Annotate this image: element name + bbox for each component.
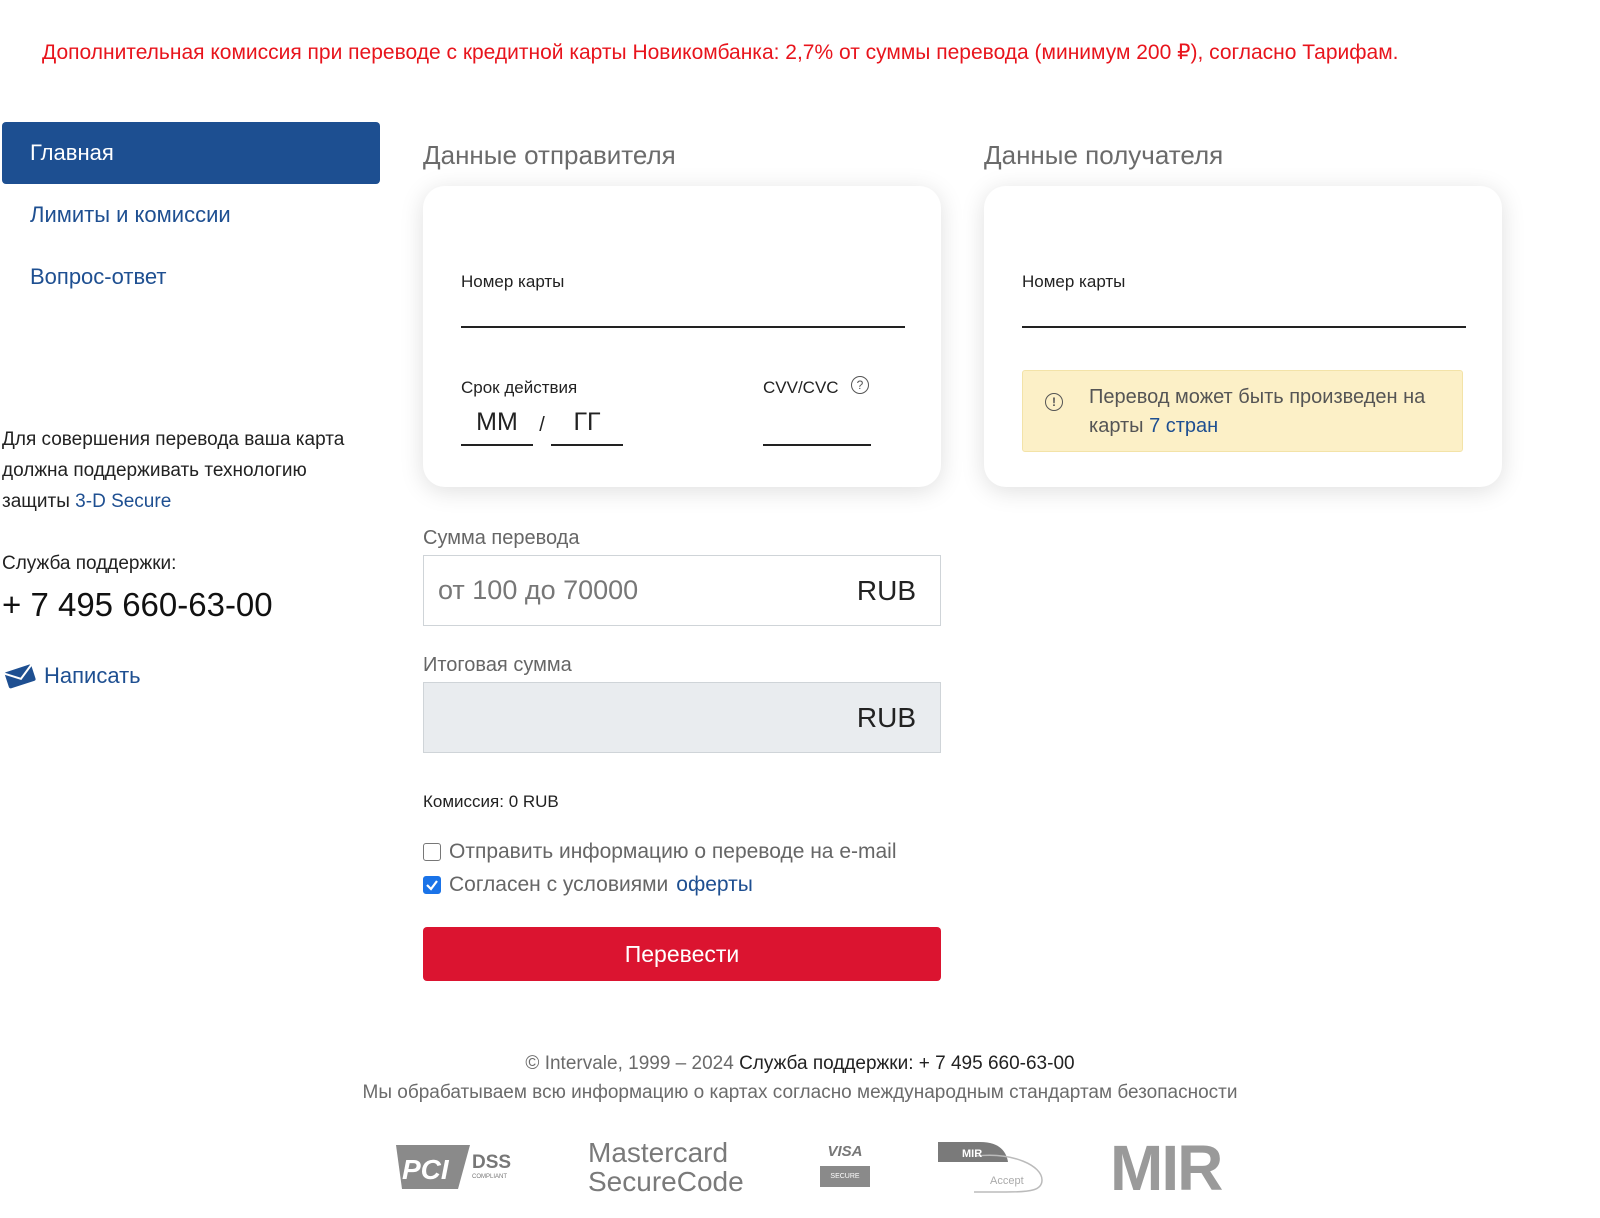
envelope-icon xyxy=(4,664,36,689)
email-option-label: Отправить информацию о переводе на e-mai… xyxy=(449,840,897,863)
amount-currency: RUB xyxy=(856,575,916,606)
cvv-label: CVV/CVC xyxy=(763,378,839,397)
transfer-button[interactable]: Перевести xyxy=(423,927,941,981)
total-label: Итоговая сумма xyxy=(423,654,572,676)
mastercard-securecode-logo: Mastercard SecureCode xyxy=(588,1137,744,1197)
svg-text:MIR: MIR xyxy=(1110,1138,1222,1194)
help-icon[interactable]: ? xyxy=(851,376,869,394)
sidebar-nav: Главная Лимиты и комиссии Вопрос-ответ xyxy=(2,122,380,308)
visa-secure-logo: VISA SECURE xyxy=(820,1143,870,1193)
support-label: Служба поддержки: xyxy=(2,553,177,574)
total-currency: RUB xyxy=(856,702,916,733)
3ds-link[interactable]: 3-D Secure xyxy=(75,491,171,512)
footer-copyright-line: © Intervale, 1999 – 2024 Служба поддержк… xyxy=(0,1053,1600,1075)
copyright: © Intervale, 1999 – 2024 xyxy=(525,1053,734,1074)
svg-text:Accept: Accept xyxy=(990,1175,1024,1187)
recipient-title: Данные получателя xyxy=(984,140,1224,170)
3ds-info: Для совершения перевода ваша карта должн… xyxy=(2,424,362,517)
svg-text:DSS: DSS xyxy=(472,1152,511,1173)
recipient-card-number-label: Номер карты xyxy=(1022,272,1126,291)
checkmark-icon xyxy=(426,880,438,891)
terms-option-label: Согласен с условиями xyxy=(449,873,669,896)
mir-accept-logo: MIR Accept xyxy=(936,1138,1046,1194)
nav-item-faq[interactable]: Вопрос-ответ xyxy=(2,246,380,308)
pci-dss-logo: PCI DSS COMPLIANT xyxy=(392,1141,526,1193)
recipient-card: Номер карты ! Перевод может быть произве… xyxy=(984,186,1502,487)
countries-info-text: Перевод может быть произведен на карты 7… xyxy=(1089,383,1462,441)
commission-text: Комиссия: 0 RUB xyxy=(423,792,559,811)
amount-field[interactable]: RUB xyxy=(423,555,941,626)
sender-card-number-input[interactable] xyxy=(461,316,905,328)
expiry-separator: / xyxy=(539,414,545,436)
countries-link[interactable]: 7 стран xyxy=(1149,415,1218,437)
expiry-year-underline xyxy=(551,444,623,446)
expiry-month-underline xyxy=(461,444,533,446)
total-field: RUB xyxy=(423,682,941,753)
cvv-input[interactable] xyxy=(763,434,871,446)
expiry-label: Срок действия xyxy=(461,378,578,397)
nav-item-home[interactable]: Главная xyxy=(2,122,380,184)
sender-card-number-label: Номер карты xyxy=(461,272,565,291)
expiry-month-input[interactable]: ММ xyxy=(461,408,533,437)
offer-link[interactable]: оферты xyxy=(676,873,753,897)
svg-text:MIR: MIR xyxy=(962,1148,982,1160)
svg-text:PCI: PCI xyxy=(402,1154,450,1185)
email-option: Отправить информацию о переводе на e-mai… xyxy=(423,840,897,864)
write-link-label: Написать xyxy=(44,663,141,688)
info-icon: ! xyxy=(1045,393,1063,411)
nav-item-limits[interactable]: Лимиты и комиссии xyxy=(2,184,380,246)
3ds-info-text: Для совершения перевода ваша карта должн… xyxy=(2,429,345,512)
countries-info-box: ! Перевод может быть произведен на карты… xyxy=(1022,370,1463,452)
countries-info-label: Перевод может быть произведен на карты xyxy=(1089,386,1426,437)
support-phone: + 7 495 660-63-00 xyxy=(2,586,273,623)
security-note: Мы обрабатываем всю информацию о картах … xyxy=(362,1082,1238,1103)
amount-input[interactable] xyxy=(436,574,820,607)
svg-text:COMPLIANT: COMPLIANT xyxy=(472,1174,507,1180)
sender-card: Номер карты Срок действия ММ / ГГ CVV/CV… xyxy=(423,186,941,487)
recipient-card-number-input[interactable] xyxy=(1022,316,1466,328)
credit-card-commission-notice: Дополнительная комиссия при переводе с к… xyxy=(42,41,1399,64)
sender-title: Данные отправителя xyxy=(423,140,676,170)
amount-label: Сумма перевода xyxy=(423,527,580,549)
mir-logo: MIR xyxy=(1110,1132,1250,1204)
terms-option: Согласен с условиями оферты xyxy=(423,873,753,897)
footer-support: Служба поддержки: + 7 495 660-63-00 xyxy=(739,1053,1075,1074)
expiry-year-input[interactable]: ГГ xyxy=(551,408,623,437)
terms-checkbox[interactable] xyxy=(423,876,441,894)
email-checkbox[interactable] xyxy=(423,843,441,861)
write-link[interactable]: Написать xyxy=(2,662,141,690)
